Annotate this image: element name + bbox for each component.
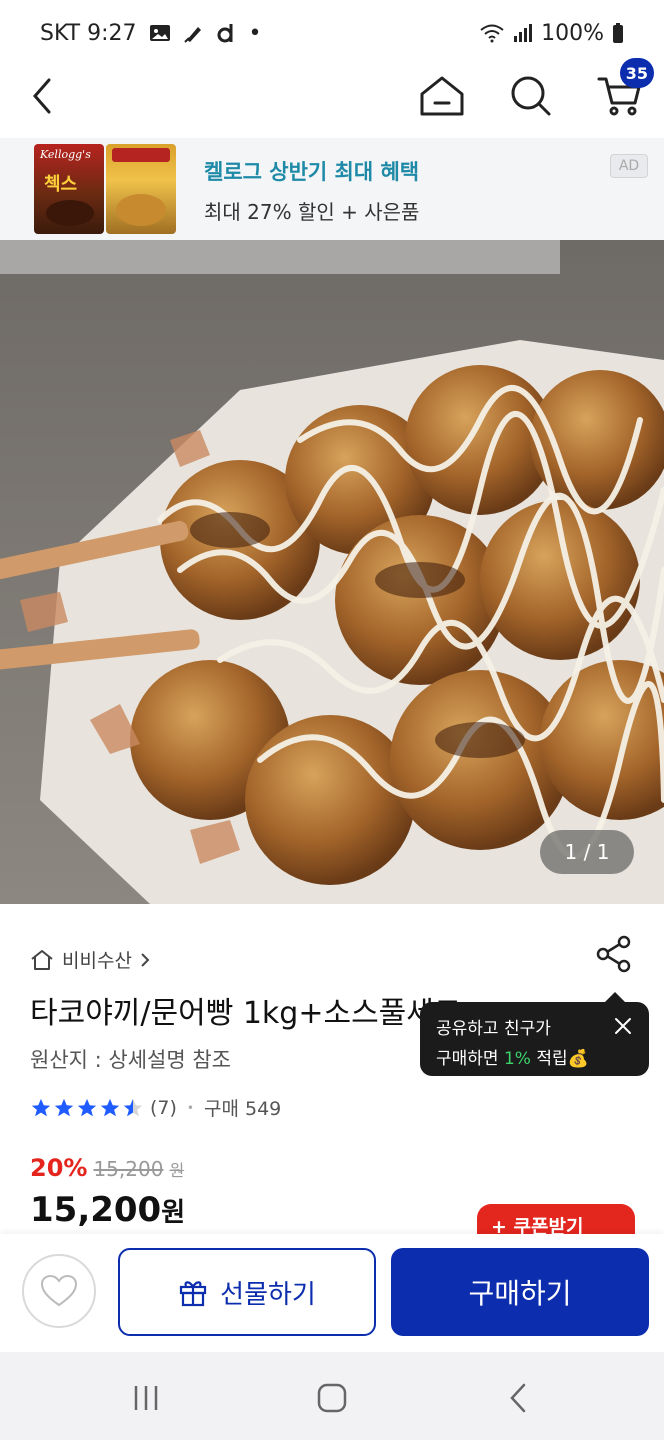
home-square-icon <box>317 1383 347 1413</box>
wishlist-button[interactable] <box>22 1254 96 1328</box>
product-origin: 원산지 : 상세설명 참조 <box>30 1048 231 1072</box>
money-bag-icon: 💰 <box>567 1049 589 1069</box>
original-price: 15,200 <box>93 1157 164 1181</box>
pen-icon <box>183 22 205 44</box>
review-count: (7) <box>150 1096 177 1119</box>
discount-rate: 20% <box>30 1154 88 1182</box>
final-price: 15,200원 <box>30 1190 185 1230</box>
final-price-unit: 원 <box>161 1198 186 1228</box>
takoyaki-photo <box>0 240 664 904</box>
price-row: 20% 15,200 원 <box>30 1154 184 1182</box>
gift-button-label: 선물하기 <box>220 1279 316 1310</box>
seller-name: 비비수산 <box>62 950 132 972</box>
ad-product-images: Kellogg's 첵스 <box>32 144 176 236</box>
separator-dot: • <box>186 1100 194 1115</box>
ad-title: 켈로그 상반기 최대 혜택 <box>204 160 420 184</box>
store-home-icon <box>31 949 53 970</box>
back-button[interactable] <box>14 68 70 124</box>
gift-icon <box>180 1281 207 1307</box>
back-nav-button[interactable] <box>496 1376 540 1420</box>
product-image-carousel[interactable]: 1 / 1 <box>0 240 664 904</box>
share-button[interactable] <box>594 932 634 976</box>
tooltip-line2: 구매하면 1% 적립💰 <box>436 1049 589 1069</box>
home-button[interactable] <box>414 68 470 124</box>
ad-banner[interactable]: Kellogg's 첵스 켈로그 상반기 최대 혜택 최대 27% 할인 + 사… <box>0 138 664 240</box>
rating-stars <box>30 1097 144 1119</box>
cart-button[interactable]: 35 <box>592 58 654 124</box>
purchase-action-bar: 선물하기 구매하기 <box>0 1234 664 1352</box>
image-counter: 1 / 1 <box>540 830 634 874</box>
star-full-icon <box>54 1098 74 1116</box>
status-time: SKT 9:27 <box>40 20 137 46</box>
reward-rate: 1% <box>503 1049 531 1069</box>
d-app-icon <box>217 22 237 44</box>
original-price-unit: 원 <box>169 1161 185 1180</box>
star-full-icon <box>31 1098 51 1116</box>
top-nav: 35 <box>0 58 664 138</box>
cereal-box-label: 첵스 <box>44 174 78 195</box>
cereal-box-chex: Kellogg's 첵스 <box>34 144 104 234</box>
system-navigation-bar <box>0 1352 664 1440</box>
tooltip-arrow <box>605 992 625 1002</box>
status-bar: SKT 9:27 • 100% <box>0 0 664 66</box>
recent-apps-icon <box>134 1386 158 1410</box>
share-icon <box>596 935 631 973</box>
buy-button-label: 구매하기 <box>468 1277 572 1310</box>
back-chevron-icon <box>510 1383 526 1413</box>
recent-apps-button[interactable] <box>124 1376 168 1420</box>
back-arrow-icon <box>33 78 51 114</box>
battery-percent: 100% <box>541 20 604 46</box>
star-half-icon <box>123 1098 143 1116</box>
seller-store-link[interactable]: 비비수산 <box>30 946 150 973</box>
status-dot: • <box>248 20 262 46</box>
rating-row[interactable]: (7) • 구매 549 <box>30 1094 281 1121</box>
buy-button[interactable]: 구매하기 <box>391 1248 649 1336</box>
share-reward-tooltip: 공유하고 친구가 구매하면 1% 적립💰 <box>420 992 649 1076</box>
battery-icon <box>612 23 624 43</box>
home-icon <box>420 76 464 116</box>
heart-icon <box>40 1274 78 1307</box>
tooltip-line1: 공유하고 친구가 <box>436 1019 551 1039</box>
star-full-icon <box>77 1098 97 1116</box>
search-button[interactable] <box>503 68 559 124</box>
tooltip-close-button[interactable] <box>611 1014 635 1038</box>
ad-subtitle: 최대 27% 할인 + 사은품 <box>204 200 420 224</box>
ad-label-badge: AD <box>610 154 648 178</box>
gallery-icon <box>149 23 171 43</box>
cart-count-badge: 35 <box>619 58 654 88</box>
chevron-right-icon <box>141 952 150 967</box>
close-icon <box>615 1018 631 1034</box>
cereal-box-protein <box>106 144 176 234</box>
home-nav-button[interactable] <box>310 1376 354 1420</box>
purchase-count: 구매 549 <box>204 1098 282 1120</box>
search-icon <box>511 76 551 116</box>
signal-icon <box>513 24 533 42</box>
gift-button[interactable]: 선물하기 <box>118 1248 376 1336</box>
wifi-icon <box>479 23 505 43</box>
star-full-icon <box>100 1098 120 1116</box>
final-price-value: 15,200 <box>30 1190 162 1230</box>
